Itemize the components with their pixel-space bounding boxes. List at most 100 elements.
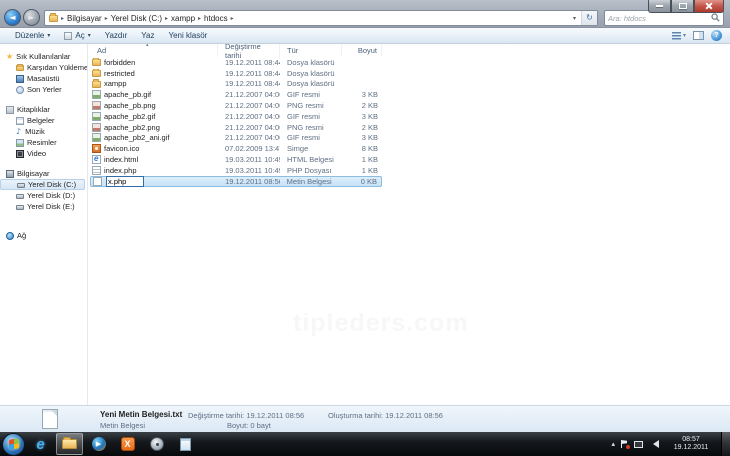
taskbar-clock[interactable]: 08:57 19.12.2011 xyxy=(671,436,711,452)
taskbar-xampp[interactable]: X xyxy=(114,433,141,455)
refresh-icon[interactable]: ↻ xyxy=(581,11,597,25)
address-bar[interactable]: ▸ Bilgisayar ▸ Yerel Disk (C:) ▸ xampp ▸… xyxy=(44,10,598,26)
sidebar-item-desktop[interactable]: Masaüstü xyxy=(0,73,87,84)
network-status-icon[interactable] xyxy=(634,440,643,448)
file-row[interactable]: index.html 19.03.2011 10:49HTML Belgesi1… xyxy=(90,154,382,165)
file-row[interactable]: index.php 19.03.2011 10:49 PHP Dosyası 1 K… xyxy=(90,165,382,176)
forward-button[interactable]: ► xyxy=(23,9,40,26)
taskbar-notepad[interactable] xyxy=(172,433,199,455)
explorer-window: ◄ ► ▸ Bilgisayar ▸ Yerel Disk (C:) ▸ xam… xyxy=(0,0,730,432)
sidebar-item-music[interactable]: ♪ Müzik xyxy=(0,126,87,137)
start-orb-icon xyxy=(8,438,19,450)
disc-app-icon xyxy=(149,437,164,451)
details-modified: Değiştirme tarihi: 19.12.2011 08:56 xyxy=(188,411,305,420)
network-icon xyxy=(6,231,14,240)
sidebar-item-local-disk-d[interactable]: Yerel Disk (D:) xyxy=(0,190,87,201)
file-row-selected[interactable]: 19.12.2011 08:56Metin Belgesi0 KB xyxy=(90,175,382,187)
png-image-icon xyxy=(92,122,101,132)
open-button[interactable]: Aç ▾ xyxy=(57,31,97,40)
sidebar-item-pictures[interactable]: Resimler xyxy=(0,137,87,148)
file-row[interactable]: apache_pb.gif 21.12.2007 04:00 GIF resmi 3… xyxy=(90,89,382,100)
taskbar-media-player[interactable]: ▶ xyxy=(85,433,112,455)
file-row[interactable]: apache_pb2.png 21.12.2007 04:00 PNG resmi… xyxy=(90,122,382,133)
taskbar-windows-explorer[interactable] xyxy=(56,433,83,455)
column-header-date-modified[interactable]: Değiştirme tarihi xyxy=(218,44,280,60)
breadcrumb-htdocs[interactable]: htdocs xyxy=(202,14,230,23)
rename-input[interactable] xyxy=(106,175,144,187)
system-tray: ▴ 08:57 19.12.2011 xyxy=(611,432,730,456)
file-row[interactable]: apache_pb2_ani.gif 21.12.2007 04:00 GIF r… xyxy=(90,133,382,144)
action-center-icon[interactable] xyxy=(621,440,630,449)
maximize-button[interactable] xyxy=(671,0,694,13)
file-row[interactable]: restricted 19.12.2011 08:44 Dosya klasörü xyxy=(90,68,382,79)
sidebar-item-video[interactable]: Video xyxy=(0,148,87,159)
documents-icon xyxy=(16,116,24,125)
file-list: tipleders.com ▴ Ad Değiştirme tarihi Tür… xyxy=(88,44,730,405)
search-icon[interactable] xyxy=(711,12,720,24)
volume-icon[interactable] xyxy=(649,440,659,448)
close-button[interactable] xyxy=(694,0,724,13)
change-view-button[interactable]: ▾ xyxy=(671,31,686,40)
window-controls xyxy=(648,0,724,13)
sidebar-item-computer[interactable]: Bilgisayar xyxy=(0,168,87,179)
music-icon: ♪ xyxy=(16,126,22,136)
php-file-icon xyxy=(92,165,101,175)
close-icon xyxy=(705,2,713,10)
column-headers: ▴ Ad Değiştirme tarihi Tür Boyut xyxy=(88,44,730,60)
column-header-name[interactable]: Ad xyxy=(90,44,218,57)
sidebar-item-local-disk-c[interactable]: Yerel Disk (C:) xyxy=(0,179,85,190)
pictures-icon xyxy=(16,138,24,147)
minimize-button[interactable] xyxy=(648,0,671,13)
help-button[interactable]: ? xyxy=(711,30,722,41)
computer-icon xyxy=(6,169,14,178)
show-hidden-icons-button[interactable]: ▴ xyxy=(611,440,615,448)
file-row[interactable]: favicon.ico 07.02.2009 13:47 Simge 8 KB xyxy=(90,143,382,154)
taskbar-internet-explorer[interactable]: e xyxy=(27,433,54,455)
search-placeholder: Ara: htdocs xyxy=(608,13,646,23)
sidebar-item-network[interactable]: Ağ xyxy=(0,230,87,241)
libraries-icon xyxy=(6,105,14,114)
breadcrumb-xampp[interactable]: xampp xyxy=(169,14,197,23)
print-button[interactable]: Yazdır xyxy=(98,31,135,40)
video-icon xyxy=(16,149,24,158)
breadcrumb-computer[interactable]: Bilgisayar xyxy=(65,14,104,23)
show-desktop-button[interactable] xyxy=(721,432,730,456)
start-button[interactable] xyxy=(2,432,25,456)
text-file-icon xyxy=(42,409,58,429)
taskbar: e ▶ X ▴ 08:57 19.12.2011 xyxy=(0,432,730,456)
taskbar-disc-app[interactable] xyxy=(143,433,170,455)
ico-file-icon xyxy=(92,144,101,154)
folder-icon xyxy=(92,79,101,88)
sidebar-item-libraries[interactable]: Kitaplıklar xyxy=(0,104,87,115)
sidebar-item-documents[interactable]: Belgeler xyxy=(0,115,87,126)
sidebar-item-recent-places[interactable]: Son Yerler xyxy=(0,84,87,95)
details-size: Boyut: 0 bayt xyxy=(227,421,271,430)
sidebar-item-favorites[interactable]: ★ Sık Kullanılanlar xyxy=(0,51,87,62)
burn-button[interactable]: Yaz xyxy=(134,31,161,40)
title-bar: ◄ ► ▸ Bilgisayar ▸ Yerel Disk (C:) ▸ xam… xyxy=(0,0,730,28)
file-row[interactable]: apache_pb.png 21.12.2007 04:00 PNG resmi 2… xyxy=(90,100,382,111)
xampp-icon: X xyxy=(120,437,135,451)
details-created: Oluşturma tarihi: 19.12.2011 08:56 xyxy=(328,411,443,420)
html-file-icon xyxy=(92,155,101,165)
address-dropdown-icon[interactable]: ▾ xyxy=(568,15,581,22)
sidebar-item-downloads[interactable]: Karşıdan Yüklemeler xyxy=(0,62,87,73)
column-header-type[interactable]: Tür xyxy=(280,44,342,57)
preview-pane-button[interactable] xyxy=(693,31,704,40)
gif-image-icon xyxy=(92,111,101,121)
view-list-icon xyxy=(671,31,681,40)
file-row[interactable]: xampp 19.12.2011 08:44 Dosya klasörü xyxy=(90,79,382,90)
new-folder-button[interactable]: Yeni klasör xyxy=(161,31,214,40)
back-button[interactable]: ◄ xyxy=(4,9,21,26)
star-icon: ★ xyxy=(6,51,14,61)
sidebar-item-local-disk-e[interactable]: Yerel Disk (E:) xyxy=(0,201,87,212)
organize-menu-button[interactable]: Düzenle ▾ xyxy=(8,31,57,40)
hard-disk-icon xyxy=(16,205,24,210)
gif-image-icon xyxy=(92,133,101,143)
recent-places-icon xyxy=(16,85,24,94)
breadcrumb-drive-c[interactable]: Yerel Disk (C:) xyxy=(109,14,164,23)
column-header-size[interactable]: Boyut xyxy=(342,44,382,57)
open-app-icon xyxy=(64,31,73,40)
internet-explorer-icon: e xyxy=(36,435,45,453)
file-row[interactable]: apache_pb2.gif 21.12.2007 04:00 GIF resmi… xyxy=(90,111,382,122)
